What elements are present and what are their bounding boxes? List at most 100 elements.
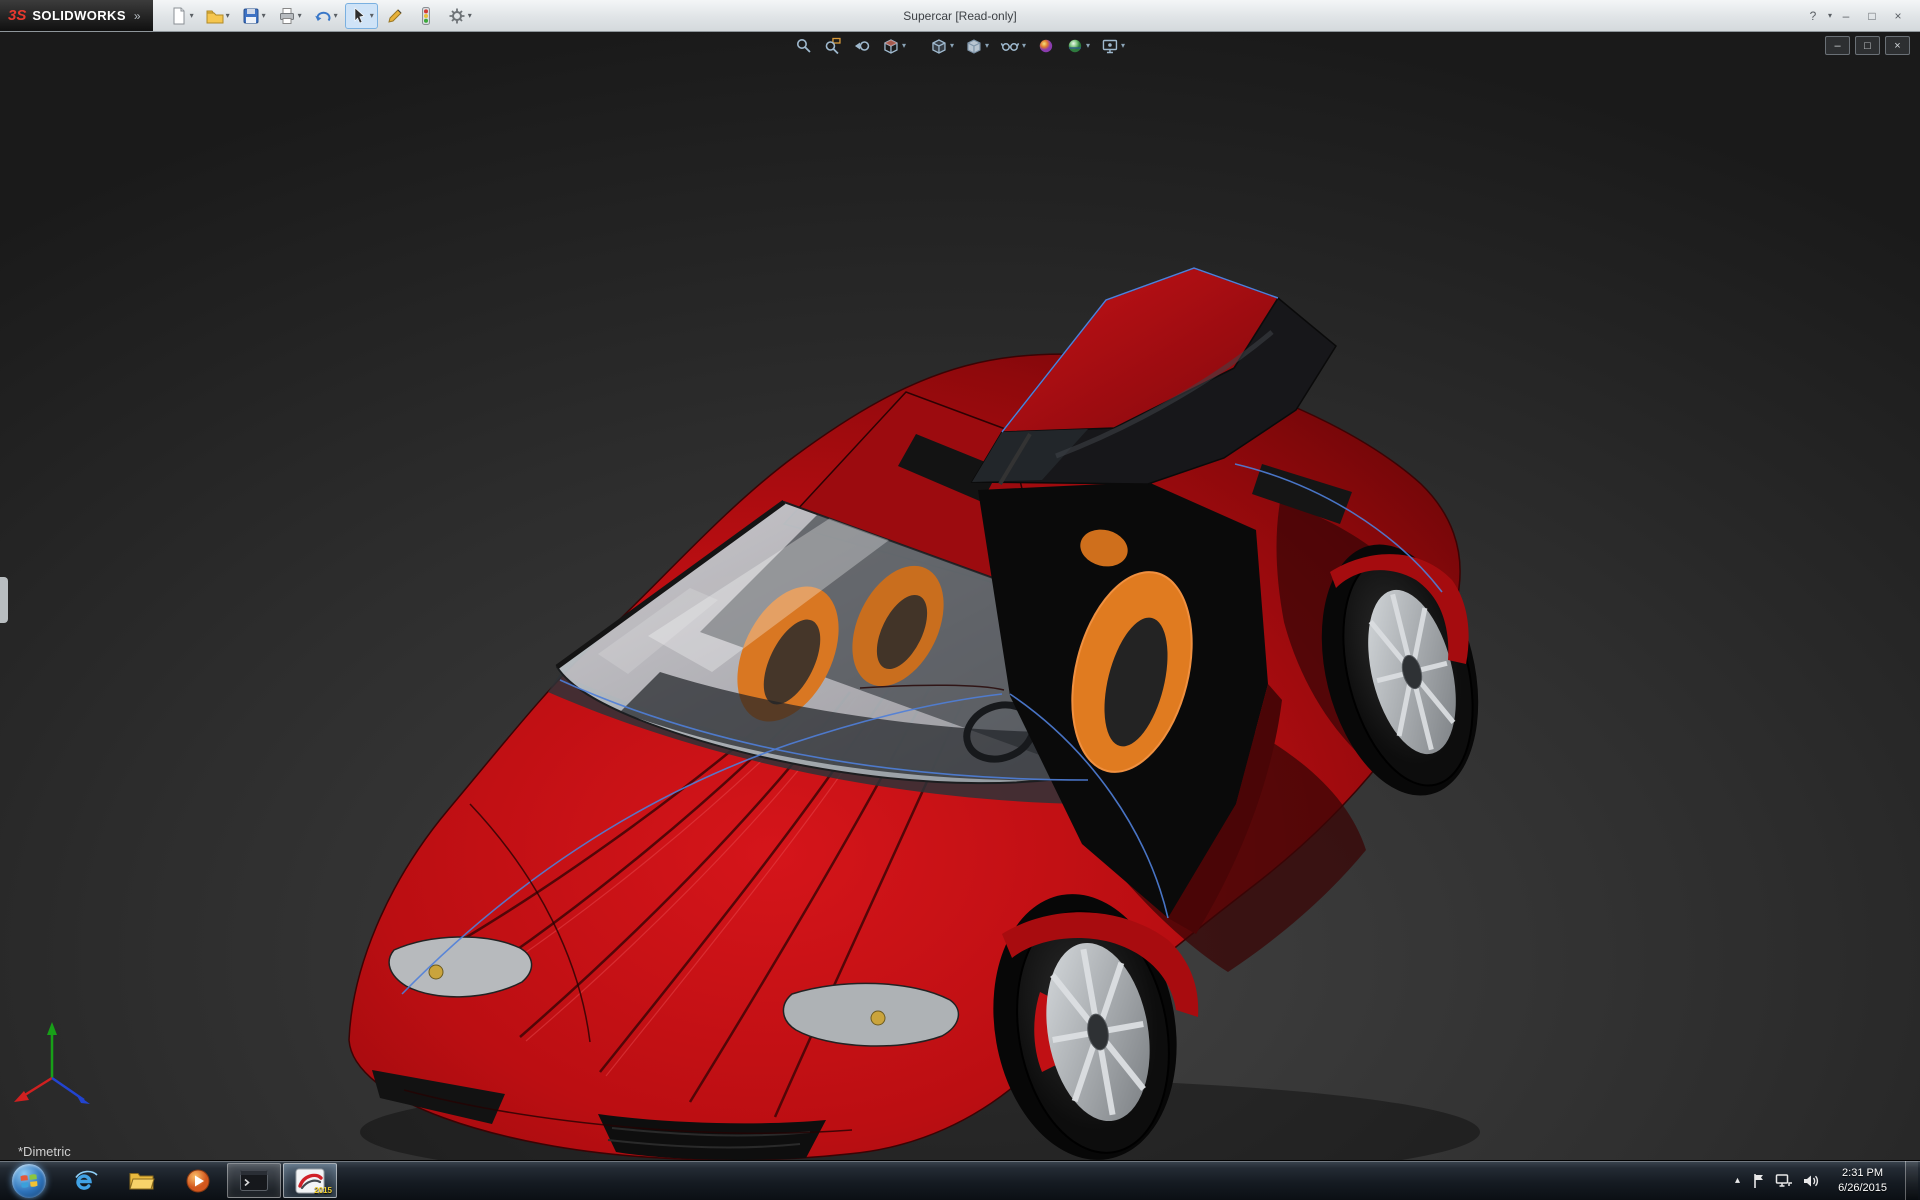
open-button[interactable]: ▾ (201, 3, 234, 29)
command-prompt-icon (240, 1170, 268, 1191)
clock-date: 6/26/2015 (1838, 1181, 1887, 1194)
select-button[interactable]: ▾ (344, 2, 378, 29)
close-button[interactable]: × (1886, 6, 1910, 26)
hidden-icons-button[interactable]: ▴ (1732, 1175, 1743, 1186)
taskbar-command-prompt[interactable] (227, 1163, 281, 1198)
options-gear-icon (449, 8, 465, 23)
edit-appearance-button[interactable] (1035, 35, 1057, 57)
sketch-button[interactable] (381, 3, 409, 29)
display-style-button[interactable]: ▾ (963, 35, 991, 57)
title-bar: 3S SOLIDWORKS » ▾ ▾ ▾ ▾ ▾ ▾ ▾ Supercar [… (0, 0, 1920, 32)
taskbar-internet-explorer[interactable] (59, 1163, 113, 1198)
windows-orb-icon (12, 1163, 46, 1198)
apply-scene-button[interactable]: ▾ (1064, 35, 1092, 57)
clock-time: 2:31 PM (1842, 1166, 1884, 1179)
view-settings-button[interactable]: ▾ (1099, 35, 1127, 57)
save-button[interactable]: ▾ (237, 3, 270, 29)
dropdown-caret[interactable]: ▾ (370, 11, 374, 20)
supercar-model[interactable] (348, 267, 1503, 1160)
dropdown-caret[interactable]: ▾ (334, 11, 338, 20)
folder-icon (129, 1172, 155, 1189)
dropdown-caret[interactable]: ▾ (985, 42, 989, 50)
view-settings-icon (1102, 39, 1118, 54)
dropdown-caret[interactable]: ▾ (950, 42, 954, 50)
dropdown-caret[interactable]: ▾ (1086, 42, 1090, 50)
solidworks-version-badge: 2015 (314, 1186, 332, 1195)
view-orientation-label: *Dimetric (18, 1144, 71, 1159)
view-orientation-button[interactable]: ▾ (928, 35, 956, 57)
help-caret[interactable]: ▾ (1828, 11, 1832, 20)
dropdown-caret[interactable]: ▾ (190, 11, 194, 20)
show-desktop-button[interactable] (1905, 1161, 1918, 1200)
print-icon (279, 7, 294, 24)
zoom-to-area-icon (825, 37, 841, 55)
dropdown-caret[interactable]: ▾ (226, 11, 230, 20)
dropdown-caret[interactable]: ▾ (298, 11, 302, 20)
document-window-controls: – □ × (1825, 36, 1910, 55)
hide-show-items-button[interactable]: ▾ (998, 35, 1028, 57)
select-cursor-icon (354, 6, 365, 23)
apply-scene-icon (1068, 39, 1082, 53)
save-icon (243, 8, 259, 23)
heads-up-view-toolbar: ▾ ▾ ▾ ▾ ▾ ▾ (793, 35, 1127, 57)
right-headlight[interactable] (782, 982, 960, 1047)
rebuild-traffic-light-icon (421, 6, 430, 25)
dropdown-caret[interactable]: ▾ (1121, 42, 1125, 50)
document-restore-button[interactable]: □ (1855, 36, 1880, 55)
undo-icon (314, 11, 331, 21)
network-icon[interactable] (1775, 1173, 1793, 1189)
3d-viewport[interactable] (0, 32, 1920, 1160)
dropdown-caret[interactable]: ▾ (468, 11, 472, 20)
document-close-button[interactable]: × (1885, 36, 1910, 55)
print-button[interactable]: ▾ (273, 3, 306, 29)
quick-access-toolbar: ▾ ▾ ▾ ▾ ▾ ▾ ▾ (165, 2, 476, 29)
feature-manager-collapsed-tab[interactable] (0, 577, 8, 623)
left-headlight-lens (428, 964, 444, 980)
hide-show-glasses-icon (1000, 43, 1020, 51)
window-controls: ? ▾ – □ × (1801, 6, 1920, 26)
right-headlight-lens (870, 1010, 886, 1026)
options-button[interactable]: ▾ (443, 3, 476, 29)
new-document-icon (173, 7, 185, 24)
volume-icon[interactable] (1802, 1173, 1820, 1189)
internet-explorer-icon (75, 1170, 98, 1190)
section-view-button[interactable]: ▾ (880, 35, 908, 57)
view-orientation-cube-icon (932, 39, 946, 54)
undo-button[interactable]: ▾ (309, 3, 342, 29)
system-tray: ▴ 2:31 PM 6/26/2015 (1732, 1161, 1920, 1200)
graphics-area: ▾ ▾ ▾ ▾ ▾ ▾ – □ × *Dimetric (0, 32, 1920, 1160)
solidworks-window: 3S SOLIDWORKS » ▾ ▾ ▾ ▾ ▾ ▾ ▾ Supercar [… (0, 0, 1920, 1200)
new-document-button[interactable]: ▾ (165, 3, 198, 29)
start-button[interactable] (0, 1161, 58, 1200)
dassault-logo-icon: 3S (8, 7, 27, 24)
previous-view-icon (854, 41, 870, 51)
taskbar-solidworks[interactable]: 2015 (283, 1163, 337, 1198)
zoom-to-area-button[interactable] (822, 35, 844, 57)
display-style-icon (967, 39, 981, 54)
minimize-button[interactable]: – (1834, 6, 1858, 26)
open-icon (206, 10, 224, 23)
dropdown-caret[interactable]: ▾ (902, 42, 906, 50)
rebuild-button[interactable] (412, 3, 440, 29)
help-button[interactable]: ? (1801, 6, 1825, 26)
taskbar-clock[interactable]: 2:31 PM 6/26/2015 (1829, 1166, 1896, 1196)
document-minimize-button[interactable]: – (1825, 36, 1850, 55)
dropdown-caret[interactable]: ▾ (262, 11, 266, 20)
action-center-flag-icon[interactable] (1752, 1173, 1766, 1189)
dropdown-caret[interactable]: ▾ (1022, 42, 1026, 50)
sketch-pencil-icon (388, 8, 402, 23)
zoom-to-fit-button[interactable] (793, 35, 815, 57)
solidworks-logo[interactable]: 3S SOLIDWORKS » (0, 0, 153, 31)
edit-appearance-ball-icon (1039, 39, 1053, 53)
document-title: Supercar [Read-only] (903, 8, 1017, 23)
brand-text: SOLIDWORKS (32, 8, 126, 23)
taskbar-media-player[interactable] (171, 1163, 225, 1198)
left-headlight[interactable] (388, 936, 533, 998)
taskbar-windows-explorer[interactable] (115, 1163, 169, 1198)
windows-taskbar: 2015 ▴ 2:31 PM 6/26/2015 (0, 1160, 1920, 1200)
menu-expand-arrow[interactable]: » (134, 9, 141, 23)
zoom-to-fit-icon (796, 39, 811, 53)
coordinate-triad (14, 1022, 90, 1104)
maximize-button[interactable]: □ (1860, 6, 1884, 26)
previous-view-button[interactable] (851, 35, 873, 57)
